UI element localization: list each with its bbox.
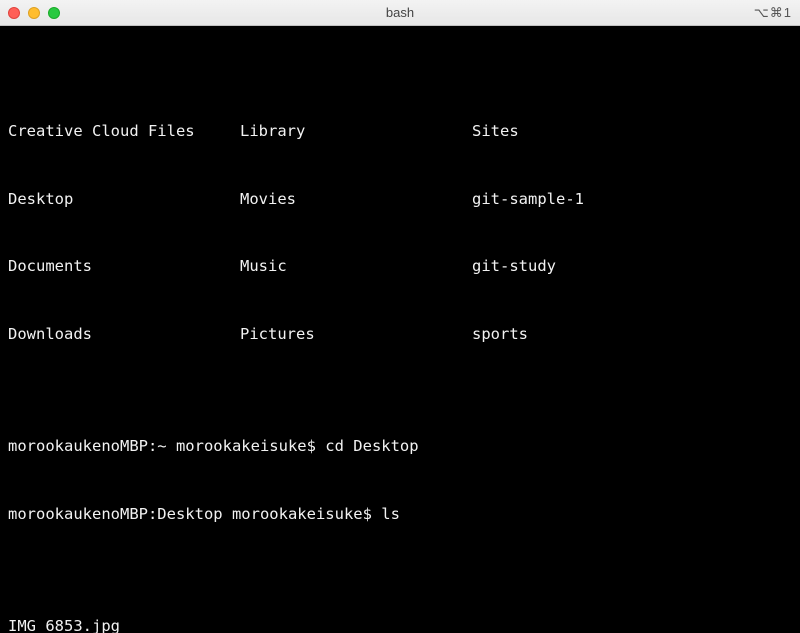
traffic-lights <box>8 7 60 19</box>
ls-desktop-item: IMG_6853.jpg <box>8 615 792 633</box>
minimize-button[interactable] <box>28 7 40 19</box>
window-title: bash <box>386 5 414 20</box>
ls-home-item: Creative Cloud Files <box>8 120 240 143</box>
ls-home-item: Pictures <box>240 323 472 346</box>
ls-home-item: git-sample-1 <box>472 188 792 211</box>
terminal-body[interactable]: Creative Cloud Files Desktop Documents D… <box>0 26 800 633</box>
maximize-button[interactable] <box>48 7 60 19</box>
ls-home-item: Movies <box>240 188 472 211</box>
ls-home-item: sports <box>472 323 792 346</box>
prompt-line: morookaukenoMBP:~ morookakeisuke$ cd Des… <box>8 435 792 458</box>
ls-home-item: Documents <box>8 255 240 278</box>
ls-home-item: Downloads <box>8 323 240 346</box>
ls-home-item: Library <box>240 120 472 143</box>
ls-home-item: Desktop <box>8 188 240 211</box>
close-button[interactable] <box>8 7 20 19</box>
ls-home-item: Music <box>240 255 472 278</box>
ls-home-output: Creative Cloud Files Desktop Documents D… <box>8 75 792 390</box>
keyboard-shortcut-indicator: ⌥⌘1 <box>754 5 792 21</box>
prompt-line: morookaukenoMBP:Desktop morookakeisuke$ … <box>8 503 792 526</box>
window-titlebar: bash ⌥⌘1 <box>0 0 800 26</box>
ls-home-item: Sites <box>472 120 792 143</box>
ls-home-item: git-study <box>472 255 792 278</box>
ls-desktop-output: IMG_6853.jpg IMG_6897.jpg IMG_6905.jpg P… <box>8 570 792 633</box>
